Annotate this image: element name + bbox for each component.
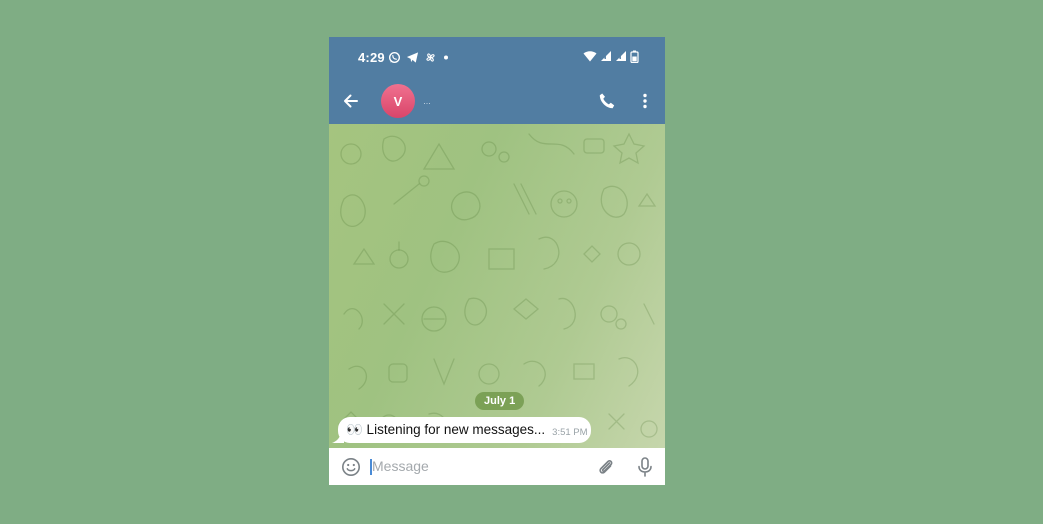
back-arrow-icon[interactable] [341, 91, 361, 111]
system-icons [583, 50, 639, 63]
avatar-initial: V [393, 93, 403, 109]
phone-icon[interactable] [597, 91, 617, 111]
microphone-icon[interactable] [635, 456, 655, 478]
phone-screen: 4:29 V … July 1 👀 Listening for new mess… [329, 37, 665, 485]
date-chip: July 1 [475, 392, 525, 410]
status-bar: 4:29 [329, 37, 665, 79]
chat-header: V … [329, 79, 665, 124]
pinwheel-icon [426, 53, 435, 62]
composer [329, 448, 665, 485]
wifi-icon [583, 51, 597, 62]
message-text: 👀 Listening for new messages... [346, 422, 546, 437]
status-time: 4:29 [358, 50, 385, 65]
signal-icon [601, 51, 611, 61]
chat-title[interactable]: … [423, 97, 431, 106]
telegram-icon [406, 52, 419, 63]
incoming-message[interactable]: 👀 Listening for new messages... 3:51 PM [338, 417, 591, 443]
whatsapp-icon [388, 51, 401, 64]
message-time: 3:51 PM [552, 427, 588, 438]
chat-area[interactable]: July 1 👀 Listening for new messages... 3… [329, 124, 665, 448]
emoji-icon[interactable] [341, 457, 361, 477]
paperclip-icon[interactable] [596, 457, 616, 477]
battery-icon [630, 50, 639, 63]
dot-icon [444, 55, 448, 60]
avatar[interactable]: V [381, 84, 415, 118]
signal-icon [616, 51, 626, 61]
more-vertical-icon[interactable] [635, 91, 655, 111]
notification-icons [388, 51, 450, 64]
message-input[interactable] [372, 455, 587, 477]
